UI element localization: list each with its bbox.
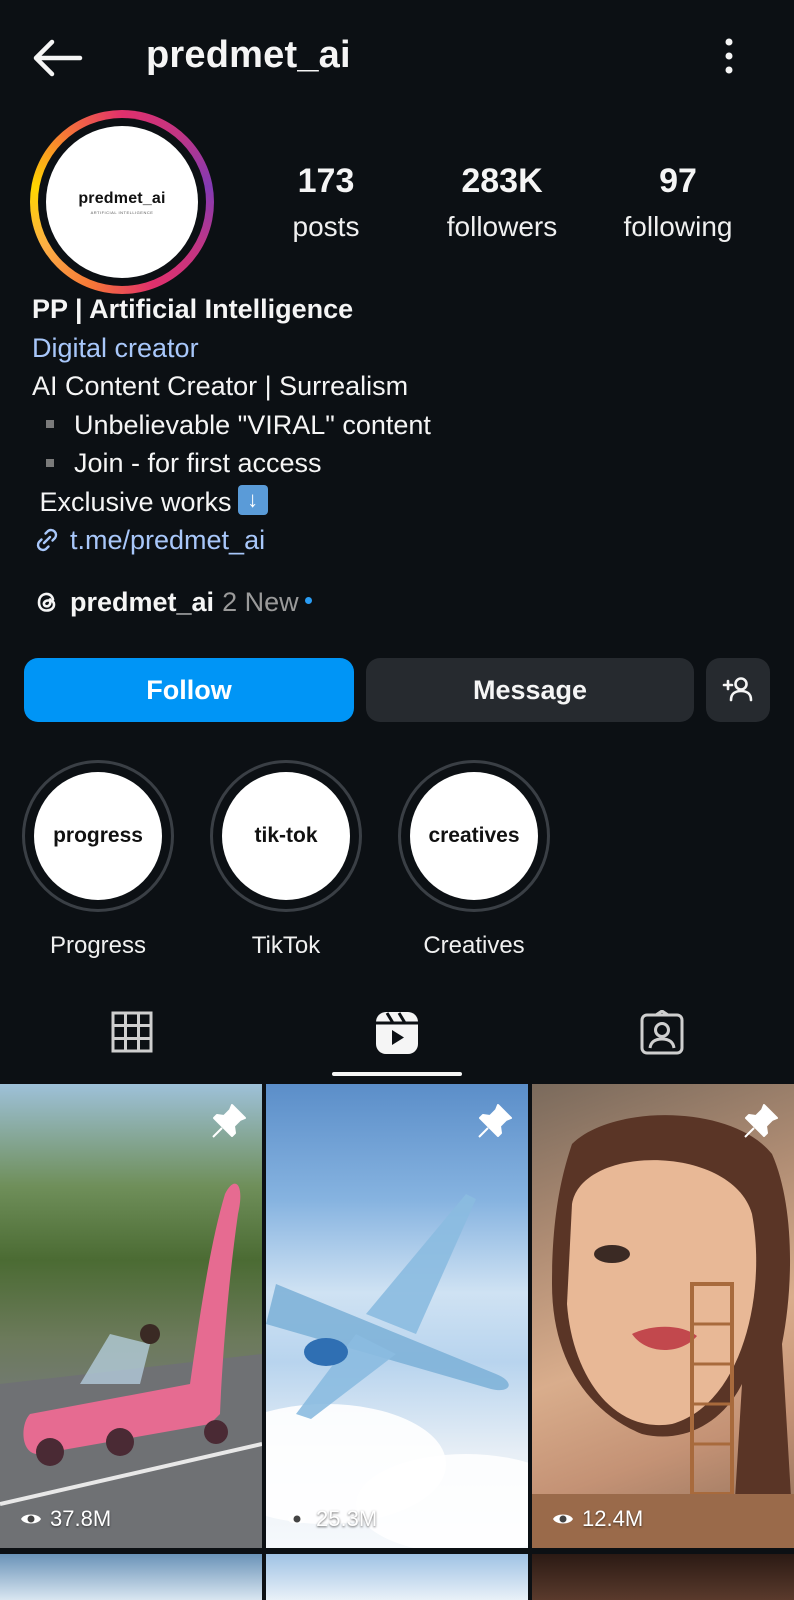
bio-exclusive-line: Exclusive works ↓ xyxy=(32,483,772,522)
eye-icon xyxy=(21,1514,41,1524)
add-user-icon xyxy=(722,677,753,702)
suggested-users-button[interactable] xyxy=(706,658,770,722)
follow-button[interactable]: Follow xyxy=(24,658,354,722)
stat-posts[interactable]: 173 posts xyxy=(274,162,378,243)
profile-name: PP | Artificial Intelligence xyxy=(32,294,354,324)
highlight-label: Progress xyxy=(49,932,147,959)
bio-line: Join - for first access xyxy=(74,448,322,478)
following-label: following xyxy=(623,211,733,242)
link-icon xyxy=(36,529,58,552)
followers-label: followers xyxy=(446,211,558,242)
tab-reels[interactable] xyxy=(265,998,529,1080)
stat-following[interactable]: 97 following xyxy=(612,162,744,243)
pin-icon xyxy=(478,1104,512,1138)
message-button[interactable]: Message xyxy=(366,658,694,722)
avatar-subtext: ARTIFICIAL INTELLIGENCE xyxy=(90,209,154,215)
reel-thumbnail[interactable]: 25.3M xyxy=(266,1084,528,1548)
view-count-text: 25.3M xyxy=(316,1506,378,1531)
bio-bullet-line: Join - for first access xyxy=(32,444,772,483)
avatar-logo-text: predmet_ai xyxy=(78,189,166,207)
stat-followers[interactable]: 283K followers xyxy=(430,162,574,243)
back-arrow-icon[interactable] xyxy=(30,36,84,80)
reel-thumbnail[interactable] xyxy=(532,1554,794,1600)
reels-icon xyxy=(376,1012,418,1054)
avatar[interactable]: predmet_ai ARTIFICIAL INTELLIGENCE xyxy=(30,110,214,294)
highlight-cover: creatives xyxy=(410,772,538,900)
top-bar: predmet_ai xyxy=(0,0,794,116)
view-count: 25.3M xyxy=(286,1506,377,1532)
eye-icon xyxy=(553,1514,573,1524)
bullet-icon xyxy=(46,420,54,429)
reel-image-pink-shoe-car xyxy=(0,1183,262,1548)
posts-label: posts xyxy=(292,211,360,242)
profile-tabs xyxy=(0,998,794,1080)
story-highlight-creatives[interactable]: creatives Creatives xyxy=(398,760,550,960)
pin-icon xyxy=(744,1104,778,1138)
highlight-label: TikTok xyxy=(251,932,321,959)
view-count-text: 37.8M xyxy=(50,1506,112,1531)
avatar-ring-gap: predmet_ai ARTIFICIAL INTELLIGENCE xyxy=(38,118,206,286)
new-indicator-dot xyxy=(304,596,312,604)
grid-icon xyxy=(111,1011,153,1053)
profile-page: predmet_ai predmet_ai ARTIFICIAL INTELLI… xyxy=(0,0,794,1600)
profile-category[interactable]: Digital creator xyxy=(32,329,772,368)
bio-link[interactable]: t.me/predmet_ai xyxy=(32,521,772,560)
reel-thumbnail[interactable]: 12.4M xyxy=(532,1084,794,1548)
posts-count: 173 xyxy=(297,162,355,200)
bio-bullet-line: Unbelievable "VIRAL" content xyxy=(32,406,772,445)
pin-icon xyxy=(212,1104,246,1138)
bio: PP | Artificial Intelligence Digital cre… xyxy=(32,290,772,560)
view-count-text: 12.4M xyxy=(582,1506,644,1531)
reel-thumbnail[interactable] xyxy=(266,1554,528,1600)
view-count: 12.4M xyxy=(552,1506,643,1532)
reel-thumbnail[interactable]: 37.8M xyxy=(0,1084,262,1548)
highlight-ring: creatives xyxy=(398,760,550,912)
highlight-ring: progress xyxy=(22,760,174,912)
story-highlight-tiktok[interactable]: tik-tok TikTok xyxy=(210,760,362,960)
highlight-cover: progress xyxy=(34,772,162,900)
tab-posts-grid[interactable] xyxy=(0,998,264,1080)
reel-thumbnail[interactable] xyxy=(0,1554,262,1600)
reel-image-face-painters xyxy=(532,1115,794,1548)
bio-line: AI Content Creator | Surrealism xyxy=(32,371,409,401)
bio-link-text[interactable]: t.me/predmet_ai xyxy=(70,521,265,560)
bio-line: Exclusive works xyxy=(39,486,232,517)
threads-new-count: 2 New xyxy=(222,586,299,617)
view-count: 37.8M xyxy=(20,1506,111,1532)
avatar-image: predmet_ai ARTIFICIAL INTELLIGENCE xyxy=(46,126,198,278)
threads-username: predmet_ai xyxy=(70,586,215,617)
story-highlight-progress[interactable]: progress Progress xyxy=(22,760,174,960)
active-tab-indicator xyxy=(332,1072,462,1076)
threads-icon xyxy=(37,592,56,612)
eye-icon xyxy=(287,1514,307,1524)
highlight-label: Creatives xyxy=(423,932,525,959)
threads-badge[interactable]: predmet_ai 2 New xyxy=(32,582,312,622)
followers-count: 283K xyxy=(461,162,543,200)
page-title: predmet_ai xyxy=(146,34,351,76)
tagged-icon xyxy=(640,1010,684,1055)
more-options-icon[interactable] xyxy=(714,36,744,76)
highlight-ring: tik-tok xyxy=(210,760,362,912)
following-count: 97 xyxy=(659,162,697,200)
reels-grid: 37.8M 25.3M 12.4M xyxy=(0,1084,794,1600)
down-arrow-emoji-icon: ↓ xyxy=(237,484,268,515)
highlight-cover: tik-tok xyxy=(222,772,350,900)
tab-tagged[interactable] xyxy=(530,998,794,1080)
bio-line: Unbelievable "VIRAL" content xyxy=(74,409,431,440)
bullet-icon xyxy=(46,458,54,467)
reel-image-glass-airplane xyxy=(266,1194,528,1548)
